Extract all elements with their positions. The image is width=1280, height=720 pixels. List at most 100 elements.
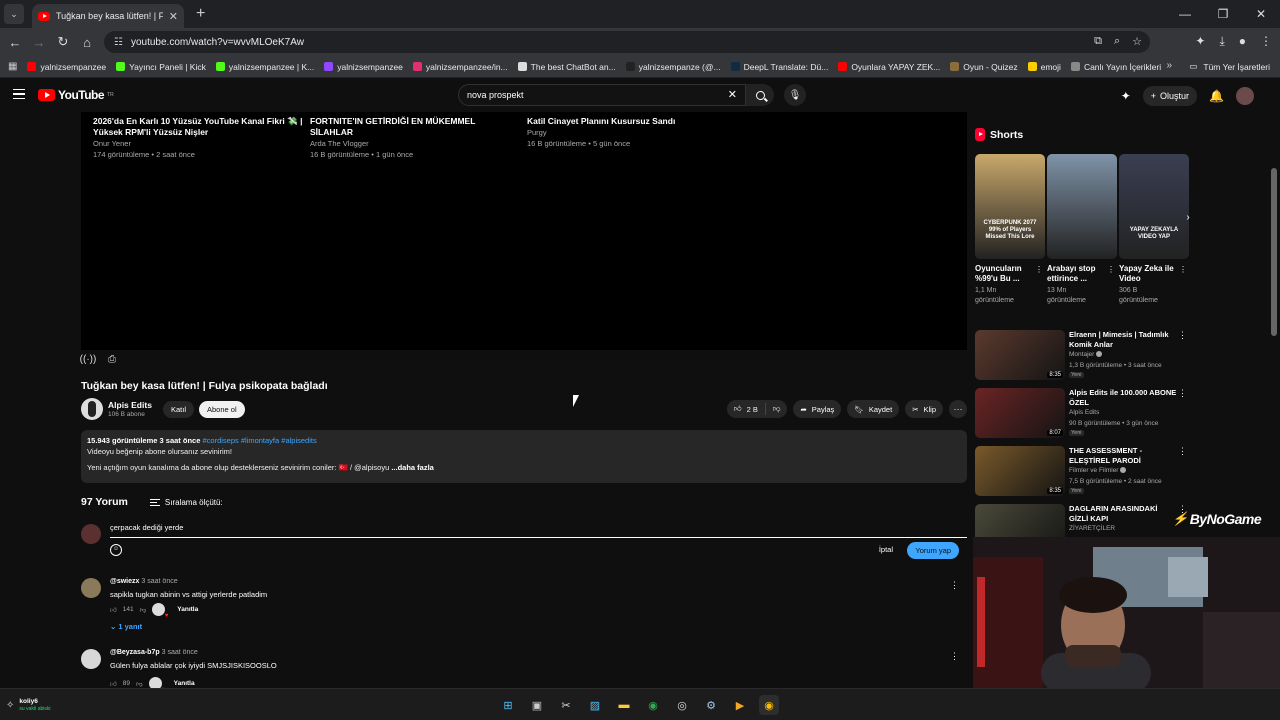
task-view-icon[interactable]: ▣ <box>527 695 547 715</box>
windows-start-icon[interactable]: ⊞ <box>498 695 518 715</box>
end-screen-card[interactable]: 2026'da En Karlı 10 Yüzsüz YouTube Kanal… <box>93 116 303 160</box>
comment-input[interactable]: çerpacak dediği yerde <box>110 523 967 538</box>
comment-dislike-icon[interactable]: 👎︎ <box>136 680 143 688</box>
related-video[interactable]: 8:35 THE ASSESSMENT - ELEŞTİREL PARODİ Fil… <box>975 446 1190 498</box>
forward-button[interactable]: → <box>27 35 51 50</box>
bookmark-item[interactable]: Canlı Yayın İçerikleri <box>1070 62 1161 72</box>
create-button[interactable]: + Oluştur <box>1142 86 1198 106</box>
photos-icon[interactable]: ▨ <box>585 695 605 715</box>
save-button[interactable]: 🔖︎ Kaydet <box>847 400 900 418</box>
notifications-bell-icon[interactable]: 🔔 <box>1209 89 1224 103</box>
related-channel[interactable]: ZİYARETÇİLER <box>1069 525 1115 532</box>
share-button[interactable]: ➦ Paylaş <box>793 400 842 418</box>
end-screen-card[interactable]: FORTNITE'IN GETİRDİĞİ EN MÜKEMMEL SİLAHL… <box>310 116 520 160</box>
extensions-icon[interactable]: ✦ <box>1195 34 1205 49</box>
related-menu-icon[interactable]: ⋮ <box>1178 388 1187 399</box>
clear-search-icon[interactable]: ✕ <box>728 88 737 101</box>
bookmark-item[interactable]: Yayıncı Paneli | Kick <box>116 62 206 72</box>
short-item[interactable]: YAPAY ZEKAYLA VIDEO YAP Yapay Zeka ile Vi… <box>1119 154 1189 306</box>
close-window-button[interactable]: ✕ <box>1242 0 1280 28</box>
cancel-comment-button[interactable]: İptal <box>879 545 893 554</box>
scrollbar-thumb[interactable] <box>1271 168 1277 336</box>
bookmark-item[interactable]: Oyun - Quizez <box>950 62 1018 72</box>
related-channel[interactable]: Alpis Edits <box>1069 409 1099 416</box>
bookmark-item[interactable]: The best ChatBot an... <box>517 62 616 72</box>
bookmark-item[interactable]: emoji <box>1027 62 1061 72</box>
more-actions-button[interactable]: ··· <box>949 400 967 418</box>
file-explorer-icon[interactable]: ▬ <box>614 695 634 715</box>
back-button[interactable]: ← <box>3 35 27 50</box>
short-menu-icon[interactable]: ⋮ <box>1035 265 1043 274</box>
subscribe-button[interactable]: Abone ol <box>199 401 245 418</box>
short-thumbnail[interactable]: YAPAY ZEKAYLA VIDEO YAP <box>1119 154 1189 259</box>
clip-button[interactable]: ✂ Klip <box>905 400 943 418</box>
related-menu-icon[interactable]: ⋮ <box>1178 446 1187 457</box>
related-thumbnail[interactable]: 8:35 <box>975 446 1065 496</box>
bookmark-item[interactable]: yalnizsempanzee <box>324 62 403 72</box>
home-button[interactable]: ⌂ <box>75 35 99 50</box>
video-description[interactable]: 15.943 görüntüleme 3 saat önce #cordisep… <box>81 430 967 483</box>
related-menu-icon[interactable]: ⋮ <box>1178 330 1187 341</box>
install-app-icon[interactable]: ⧉ <box>1094 35 1102 48</box>
search-button[interactable] <box>746 84 774 106</box>
bookmark-item[interactable]: yalnizsempanze (@... <box>625 62 721 72</box>
media-player-icon[interactable]: ▶ <box>730 695 750 715</box>
reply-button[interactable]: Yanıtla <box>177 606 198 613</box>
chrome-active-icon[interactable]: ◉ <box>759 695 779 715</box>
comment-like-icon[interactable]: 👍︎ <box>110 680 117 688</box>
short-item[interactable]: Arabayı stop ettirince ... 13 Mn görüntül… <box>1047 154 1117 306</box>
bookmark-item[interactable]: yalnizsempanzee <box>27 62 106 72</box>
menu-icon[interactable] <box>13 89 25 99</box>
obs-icon[interactable]: ◎ <box>672 695 692 715</box>
new-tab-button[interactable]: + <box>196 5 205 23</box>
view-replies-button[interactable]: ⌄ 1 yanıt <box>110 622 142 631</box>
taskbar-widget[interactable]: ✧ koliy6 su vakti abiski <box>6 698 51 712</box>
short-thumbnail[interactable]: CYBERPUNK 2077 99% of Players Missed Thi… <box>975 154 1045 259</box>
maximize-button[interactable]: ❐ <box>1204 0 1242 28</box>
related-channel[interactable]: Montajer <box>1069 351 1103 358</box>
browser-menu-icon[interactable]: ⋮ <box>1260 34 1272 49</box>
related-channel[interactable]: Filmler ve Filmler <box>1069 467 1127 474</box>
short-menu-icon[interactable]: ⋮ <box>1179 265 1187 274</box>
screenshot-camera-icon[interactable]: ⎙ <box>105 352 119 366</box>
reply-button[interactable]: Yanıtla <box>174 680 195 687</box>
comment-menu-icon[interactable]: ⋮ <box>950 651 959 662</box>
bookmark-item[interactable]: yalnizsempanzee/in... <box>412 62 508 72</box>
account-avatar[interactable] <box>1236 87 1254 105</box>
downloads-icon[interactable]: ⤓ <box>1219 34 1224 49</box>
browser-tab[interactable]: Tuğkan bey kasa lütfen! | Fulya ✕ <box>32 4 184 28</box>
tab-search-button[interactable]: ⌄ <box>4 4 24 24</box>
comment-dislike-icon[interactable]: 👎︎ <box>140 606 147 614</box>
emoji-picker-icon[interactable]: ☺ <box>110 544 122 556</box>
zoom-icon[interactable]: ⌕ <box>1114 35 1120 48</box>
more-bookmarks-icon[interactable]: » <box>1166 60 1172 71</box>
short-thumbnail[interactable] <box>1047 154 1117 259</box>
youtube-logo[interactable]: YouTube TR <box>38 88 114 102</box>
end-screen-card[interactable]: Katil Cinayet Planını Kusursuz Sandı Purg… <box>527 116 737 149</box>
minimize-button[interactable]: — <box>1166 0 1204 28</box>
all-bookmarks[interactable]: ▭ Tüm Yer İşaretleri <box>1189 61 1270 72</box>
search-box[interactable]: ✕ <box>458 84 746 106</box>
stable-volume-icon[interactable]: ((·)) <box>80 352 97 366</box>
hashtags[interactable]: #cordiseps #limontayfa #alpisedits <box>202 436 316 445</box>
close-tab-icon[interactable]: ✕ <box>169 10 178 23</box>
sort-button[interactable]: Sıralama ölçütü: <box>149 498 223 507</box>
short-item[interactable]: CYBERPUNK 2077 99% of Players Missed Thi… <box>975 154 1045 306</box>
bookmark-item[interactable]: Oyunlara YAPAY ZEK... <box>838 62 940 72</box>
comment-author[interactable]: @Beyzasa-b7p 3 saat önce <box>110 649 198 656</box>
reload-button[interactable]: ↻ <box>51 34 75 50</box>
related-thumbnail[interactable]: 8:35 <box>975 330 1065 380</box>
shorts-next-arrow-icon[interactable]: › <box>1180 210 1196 226</box>
like-button[interactable]: 👍︎ 2 B <box>727 403 766 415</box>
short-menu-icon[interactable]: ⋮ <box>1107 265 1115 274</box>
chrome-icon[interactable]: ◉ <box>643 695 663 715</box>
steam-icon[interactable]: ⚙ <box>701 695 721 715</box>
bookmark-item[interactable]: yalnizsempanzee | K... <box>215 62 314 72</box>
dislike-button[interactable]: 👎︎ <box>766 404 788 414</box>
commenter-avatar[interactable] <box>81 649 101 669</box>
omnibox[interactable]: ☷ youtube.com/watch?v=wvvMLOeK7Aw ⧉ ⌕ ☆ <box>104 31 1150 53</box>
snipping-tool-icon[interactable]: ✂ <box>556 695 576 715</box>
bookmark-star-icon[interactable]: ☆ <box>1132 35 1142 48</box>
site-info-icon[interactable]: ☷ <box>114 37 123 48</box>
voice-search-button[interactable]: 🎙 <box>784 84 806 106</box>
